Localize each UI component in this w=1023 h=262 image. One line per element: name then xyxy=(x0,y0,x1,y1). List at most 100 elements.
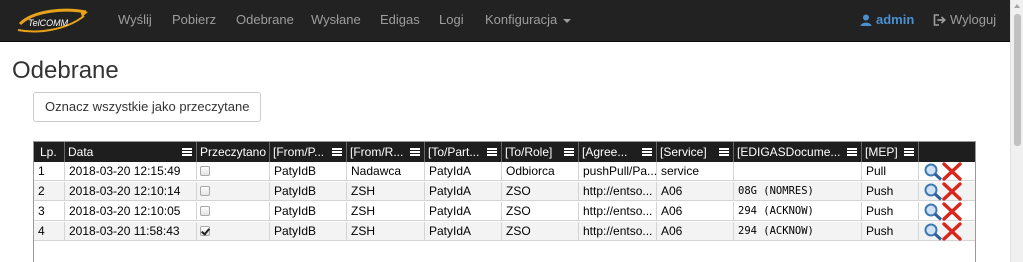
page-title: Odebrane xyxy=(12,57,119,84)
cell-actions xyxy=(919,202,975,221)
cell-agreement: pushPull/Pa... xyxy=(579,162,657,181)
cell-agreement: http://entso... xyxy=(579,202,657,221)
scroll-up-arrow-icon[interactable] xyxy=(1014,4,1020,8)
cell-service: A06 xyxy=(657,222,734,241)
table-row[interactable]: 1 2018-03-20 12:15:49 PatyIdB Nadawca PatyId… xyxy=(34,162,975,181)
cell-actions xyxy=(919,162,975,181)
column-menu-icon[interactable] xyxy=(487,148,497,156)
nav-logi[interactable]: Logi xyxy=(439,0,464,42)
table-row[interactable]: 3 2018-03-20 12:10:05 PatyIdB ZSH PatyIdA ZSO… xyxy=(34,202,975,221)
cell-from-party: PatyIdB xyxy=(270,202,347,221)
cell-read-checkbox xyxy=(197,202,270,221)
col-header-label: [From/R... xyxy=(350,145,404,159)
cell-to-party: PatyIdA xyxy=(425,202,502,221)
cell-mep: Push xyxy=(862,182,919,201)
col-header-label: [From/P... xyxy=(273,145,325,159)
col-header-label: [Service] xyxy=(660,145,707,159)
cell-lp: 4 xyxy=(34,222,65,241)
cell-from-party: PatyIdB xyxy=(270,162,347,181)
column-menu-icon[interactable] xyxy=(182,148,192,156)
cell-to-party: PatyIdA xyxy=(425,162,502,181)
cell-from-party: PatyIdB xyxy=(270,182,347,201)
logout-link[interactable]: Wyloguj xyxy=(933,0,996,42)
magnifier-icon[interactable] xyxy=(923,202,943,221)
read-checkbox[interactable] xyxy=(200,226,210,236)
user-name: admin xyxy=(876,12,915,27)
cell-service: A06 xyxy=(657,182,734,201)
col-header-data[interactable]: Data xyxy=(65,142,197,162)
top-navbar: TelCOMM Wyślij Pobierz Odebrane Wysłane … xyxy=(0,0,1010,42)
col-header-mep[interactable]: [MEP] xyxy=(862,142,919,162)
cell-mep: Push xyxy=(862,222,919,241)
cell-from-role: ZSH xyxy=(347,202,425,221)
cell-from-role: ZSH xyxy=(347,222,425,241)
cell-read-checkbox xyxy=(197,162,270,181)
magnifier-icon[interactable] xyxy=(923,162,943,181)
cell-date: 2018-03-20 12:10:14 xyxy=(65,182,197,201)
cell-lp: 1 xyxy=(34,162,65,181)
telcomm-logo[interactable]: TelCOMM xyxy=(14,6,92,36)
caret-down-icon xyxy=(563,18,572,23)
col-header-agreement[interactable]: [Agree... xyxy=(579,142,657,162)
nav-odebrane[interactable]: Odebrane xyxy=(236,0,294,42)
page-scrollbar[interactable] xyxy=(1010,0,1023,262)
cell-actions xyxy=(919,182,975,201)
cell-agreement: http://entso... xyxy=(579,222,657,241)
col-header-label: [MEP] xyxy=(865,145,898,159)
messages-grid: Lp. Data Przeczytano [From/P... [From/R.… xyxy=(33,141,976,262)
column-menu-icon[interactable] xyxy=(847,148,857,156)
mark-all-read-button[interactable]: Oznacz wszystkie jako przeczytane xyxy=(33,92,262,122)
grid-empty-area xyxy=(34,242,975,262)
nav-wyslij[interactable]: Wyślij xyxy=(118,0,152,42)
delete-icon[interactable] xyxy=(941,182,963,201)
logout-label: Wyloguj xyxy=(950,12,997,27)
user-icon xyxy=(860,14,872,26)
table-row[interactable]: 4 2018-03-20 11:58:43 PatyIdB ZSH PatyIdA ZSO… xyxy=(34,222,975,241)
nav-konfiguracja-dropdown[interactable]: Konfiguracja xyxy=(485,0,572,42)
col-header-from-party[interactable]: [From/P... xyxy=(270,142,347,162)
cell-edigas-document: 294 (ACKNOW) xyxy=(734,202,862,221)
delete-icon[interactable] xyxy=(941,222,963,241)
nav-edigas[interactable]: Edigas xyxy=(380,0,420,42)
cell-actions xyxy=(919,222,975,241)
column-menu-icon[interactable] xyxy=(642,148,652,156)
magnifier-icon[interactable] xyxy=(923,222,943,241)
col-header-przeczytano[interactable]: Przeczytano xyxy=(197,142,270,162)
read-checkbox[interactable] xyxy=(200,166,210,176)
col-header-to-party[interactable]: [To/Part... xyxy=(425,142,502,162)
col-header-label: [EDIGASDocume... xyxy=(737,145,841,159)
col-header-label: [Agree... xyxy=(582,145,628,159)
col-header-lp[interactable]: Lp. xyxy=(34,142,65,162)
col-header-label: [To/Role] xyxy=(505,145,553,159)
cell-to-party: PatyIdA xyxy=(425,182,502,201)
column-menu-icon[interactable] xyxy=(904,148,914,156)
magnifier-icon[interactable] xyxy=(923,182,943,201)
delete-icon[interactable] xyxy=(941,162,963,181)
user-menu[interactable]: admin xyxy=(860,0,914,42)
cell-to-party: PatyIdA xyxy=(425,222,502,241)
table-row[interactable]: 2 2018-03-20 12:10:14 PatyIdB ZSH PatyIdA ZSO… xyxy=(34,182,975,201)
column-menu-icon[interactable] xyxy=(719,148,729,156)
cell-date: 2018-03-20 12:10:05 xyxy=(65,202,197,221)
col-header-edigas-document[interactable]: [EDIGASDocume... xyxy=(734,142,862,162)
cell-from-party: PatyIdB xyxy=(270,222,347,241)
col-header-actions xyxy=(919,142,975,162)
delete-icon[interactable] xyxy=(941,202,963,221)
scroll-thumb[interactable] xyxy=(1014,14,1021,146)
read-checkbox[interactable] xyxy=(200,206,210,216)
column-menu-icon[interactable] xyxy=(410,148,420,156)
read-checkbox[interactable] xyxy=(200,186,210,196)
column-menu-icon[interactable] xyxy=(332,148,342,156)
col-header-to-role[interactable]: [To/Role] xyxy=(502,142,579,162)
col-header-service[interactable]: [Service] xyxy=(657,142,734,162)
column-menu-icon[interactable] xyxy=(564,148,574,156)
cell-edigas-document xyxy=(734,162,862,181)
nav-pobierz[interactable]: Pobierz xyxy=(172,0,216,42)
cell-to-role: ZSO xyxy=(502,182,579,201)
col-header-from-role[interactable]: [From/R... xyxy=(347,142,425,162)
nav-wyslane[interactable]: Wysłane xyxy=(311,0,361,42)
cell-from-role: ZSH xyxy=(347,182,425,201)
cell-read-checkbox xyxy=(197,182,270,201)
cell-mep: Pull xyxy=(862,162,919,181)
cell-service: A06 xyxy=(657,202,734,221)
